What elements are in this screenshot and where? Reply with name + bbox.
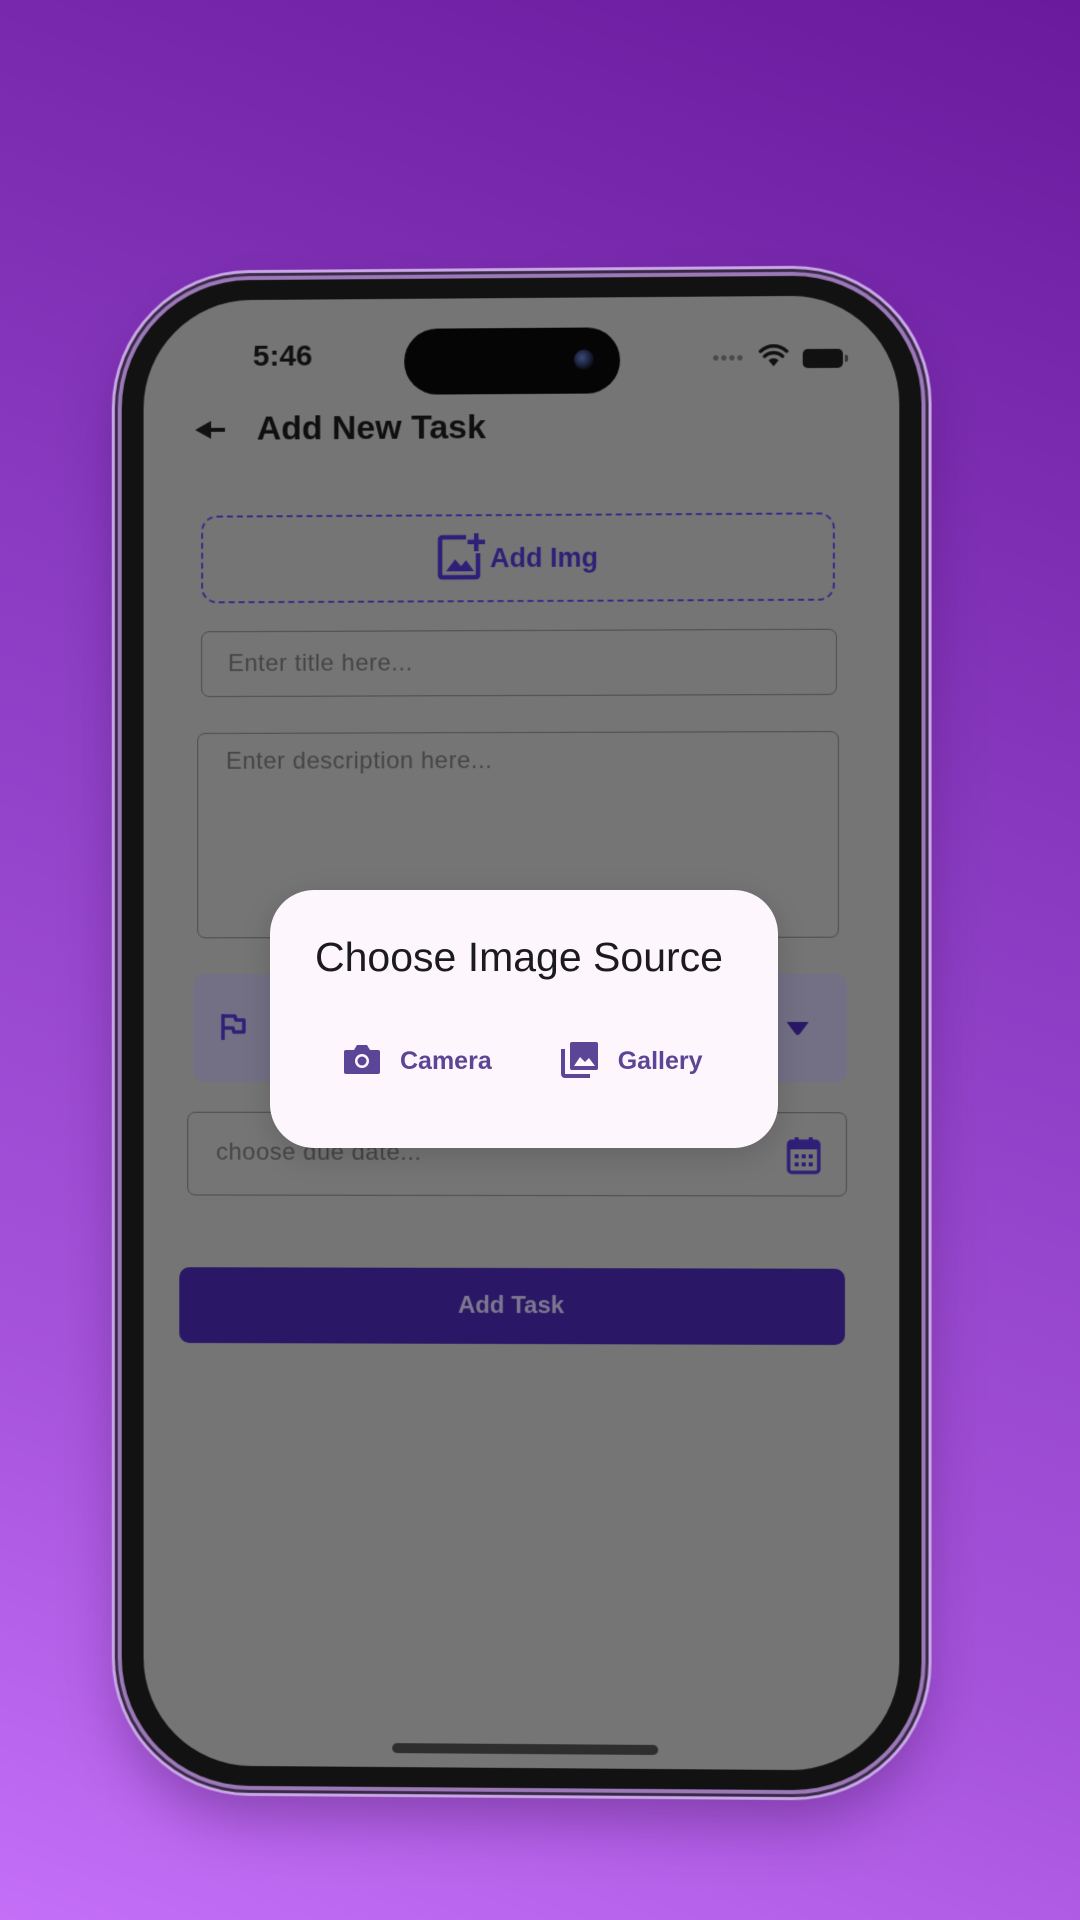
battery-icon — [802, 348, 843, 369]
title-placeholder: Enter title here... — [227, 649, 413, 678]
title-input[interactable]: Enter title here... — [201, 628, 837, 698]
calendar-icon[interactable] — [786, 1135, 822, 1180]
status-icons: •••• — [712, 344, 843, 374]
camera-icon — [342, 1042, 382, 1081]
add-task-label: Add Task — [457, 1291, 565, 1320]
add-image-label: Add Img — [490, 542, 599, 573]
flag-icon — [219, 1012, 247, 1047]
page-title: Add New Task — [256, 408, 486, 448]
description-placeholder: Enter description here... — [225, 747, 493, 775]
image-source-dialog: Choose Image Source Camera Gallery — [270, 890, 778, 1148]
add-photo-icon — [436, 531, 486, 586]
gallery-button[interactable]: Gallery — [560, 1040, 703, 1083]
back-arrow-icon[interactable] — [193, 411, 229, 447]
add-image-button[interactable]: Add Img — [201, 512, 835, 604]
camera-button[interactable]: Camera — [342, 1040, 492, 1083]
dialog-title: Choose Image Source — [315, 934, 723, 980]
dialog-actions: Camera Gallery — [342, 1040, 703, 1083]
dynamic-island — [404, 327, 621, 395]
wifi-icon — [758, 344, 788, 373]
home-indicator[interactable] — [392, 1743, 659, 1756]
dropdown-arrow-icon — [785, 1018, 811, 1043]
front-camera — [574, 349, 595, 370]
gallery-label: Gallery — [617, 1047, 703, 1075]
status-time: 5:46 — [252, 339, 313, 373]
app-bar: Add New Task — [193, 408, 486, 449]
camera-label: Camera — [400, 1047, 492, 1075]
photo-library-icon — [560, 1040, 600, 1083]
signal-dots: •••• — [712, 347, 745, 370]
add-task-button[interactable]: Add Task — [179, 1267, 845, 1346]
